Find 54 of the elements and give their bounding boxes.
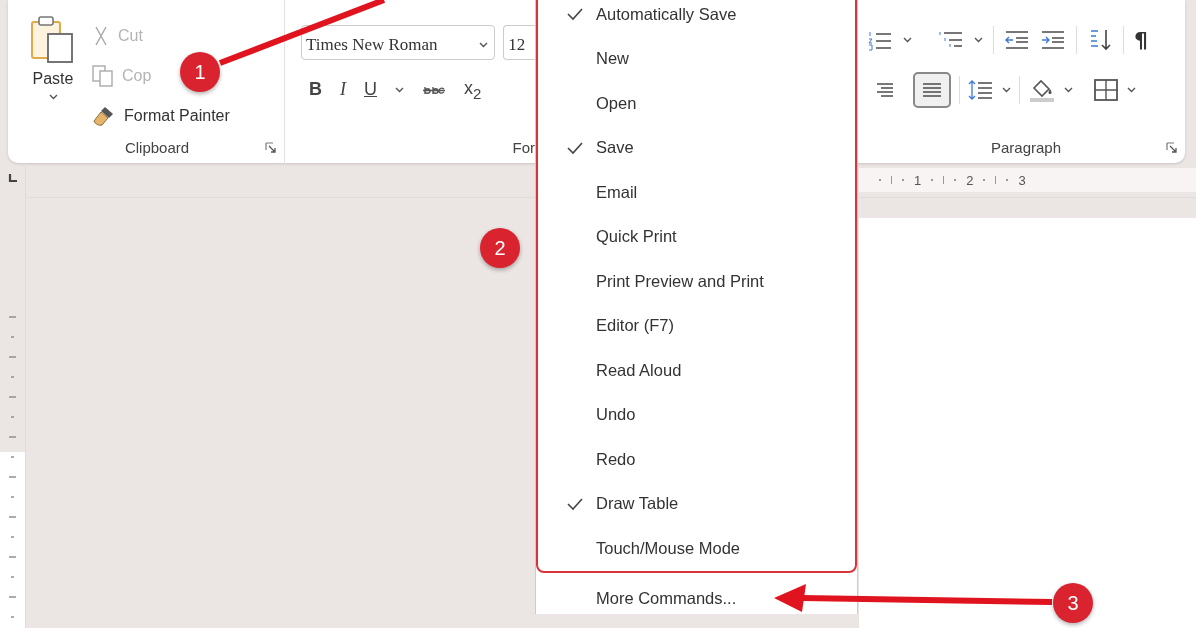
- group-label: For: [512, 138, 535, 156]
- more-commands-item[interactable]: More Commands...: [536, 576, 743, 621]
- ruler-number: 2: [966, 172, 974, 188]
- subscript-button[interactable]: x$_{2}$: [464, 78, 482, 102]
- group-label: Paragraph: [990, 138, 1062, 156]
- shading-icon[interactable]: [1028, 78, 1056, 102]
- menu-item[interactable]: Editor (F7): [538, 303, 855, 348]
- show-formatting-button[interactable]: ¶: [1134, 27, 1148, 53]
- paste-button[interactable]: Paste: [30, 14, 76, 100]
- caret-icon: [479, 42, 489, 48]
- caret-icon: [974, 37, 983, 43]
- justify-button[interactable]: [913, 72, 951, 108]
- menu-item[interactable]: Draw Table: [538, 481, 855, 526]
- increase-indent-icon[interactable]: [1040, 30, 1066, 50]
- decrease-indent-icon[interactable]: [1004, 30, 1030, 50]
- checkmark-icon: [566, 140, 584, 155]
- ruler-number: 1: [914, 172, 922, 188]
- checkmark-icon: [566, 7, 584, 22]
- caret-icon: [1002, 87, 1011, 93]
- ruler-number: 3: [1018, 172, 1026, 188]
- numbered-list-icon[interactable]: [867, 29, 893, 51]
- line-spacing-icon[interactable]: [968, 79, 994, 101]
- font-name-dropdown[interactable]: Times New Roman: [301, 25, 496, 60]
- menu-item[interactable]: Automatically Save: [538, 0, 855, 37]
- borders-icon[interactable]: [1093, 78, 1119, 102]
- group-label: Clipboard: [124, 138, 190, 156]
- bold-button[interactable]: B: [309, 79, 322, 101]
- step-badge: 2: [480, 228, 520, 268]
- menu-item[interactable]: Print Preview and Print: [538, 259, 855, 304]
- menu-item[interactable]: New: [538, 36, 855, 81]
- menu-item[interactable]: Quick Print: [538, 214, 855, 259]
- menu-item[interactable]: Read Aloud: [538, 348, 855, 393]
- clipboard-icon: [30, 14, 76, 64]
- caret-icon: [395, 86, 404, 93]
- paintbrush-icon: [92, 105, 116, 127]
- clipboard-painter-button[interactable]: Format Painter: [92, 102, 230, 130]
- caret-icon: [1064, 87, 1073, 93]
- caret-icon: [48, 94, 58, 100]
- menu-item[interactable]: Undo: [538, 392, 855, 437]
- menu-item[interactable]: Open: [538, 81, 855, 126]
- underline-button[interactable]: U: [364, 79, 377, 101]
- menu-item[interactable]: Email: [538, 170, 855, 215]
- checkmark-icon: [566, 496, 584, 511]
- menu-item[interactable]: Redo: [538, 437, 855, 482]
- dialog-launcher-icon[interactable]: [1166, 142, 1177, 153]
- tab-stop-icon[interactable]: [8, 173, 18, 183]
- menu-item[interactable]: Touch/Mouse Mode: [538, 526, 855, 571]
- italic-button[interactable]: I: [340, 79, 346, 101]
- menu-item[interactable]: Save: [538, 125, 855, 170]
- scissors-icon: [92, 26, 110, 46]
- copy-icon: [92, 65, 114, 87]
- caret-icon: [903, 37, 912, 43]
- caret-icon: [1127, 87, 1136, 93]
- dialog-launcher-icon[interactable]: [265, 142, 276, 153]
